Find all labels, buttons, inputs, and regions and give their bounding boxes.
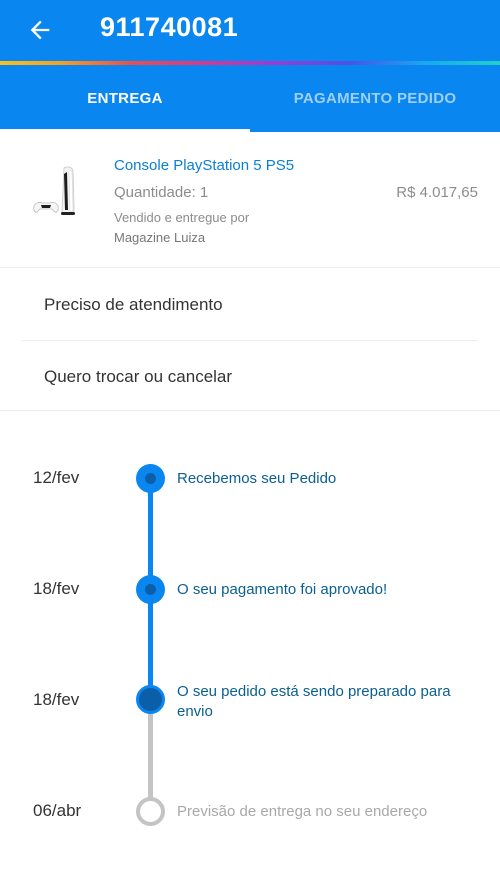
delivery-timeline: 12/fev Recebemos seu Pedido 18/fev O seu… (0, 411, 500, 872)
timeline-date: 18/fev (33, 690, 80, 709)
timeline-step-pending-icon (136, 797, 165, 826)
seller-name: Magazine Luiza (114, 230, 206, 245)
timeline-step-done-icon (136, 464, 165, 493)
timeline-step-text: O seu pedido está sendo preparado para e… (177, 683, 451, 720)
exchange-cancel-item[interactable]: Quero trocar ou cancelar (22, 341, 478, 413)
timeline-date: 12/fev (33, 468, 80, 487)
tab-bar: ENTREGA PAGAMENTO PEDIDO (0, 65, 500, 132)
back-button[interactable] (24, 14, 56, 46)
timeline-step-text: Previsão de entrega no seu endereço (177, 803, 428, 820)
timeline-date: 18/fev (33, 579, 80, 598)
timeline-step-done-icon (136, 575, 165, 604)
tab-entrega[interactable]: ENTREGA (0, 65, 250, 132)
ps5-console-icon (33, 166, 75, 215)
product-quantity: Quantidade: 1 (114, 184, 209, 201)
product-card[interactable]: Console PlayStation 5 PS5 Quantidade: 1 … (0, 132, 500, 268)
timeline-step-text: Recebemos seu Pedido (177, 470, 337, 487)
arrow-left-icon (30, 20, 50, 40)
need-support-label: Preciso de atendimento (44, 294, 223, 314)
exchange-cancel-label: Quero trocar ou cancelar (44, 367, 233, 386)
product-price: R$ 4.017,65 (396, 184, 478, 201)
order-number-title: 911740081 (100, 12, 239, 42)
timeline-step-current-icon (136, 685, 165, 714)
need-support-item[interactable]: Preciso de atendimento (22, 269, 478, 341)
tab-pagamento-label: PAGAMENTO PEDIDO (293, 90, 457, 107)
tab-pagamento-pedido[interactable]: PAGAMENTO PEDIDO (250, 65, 500, 132)
timeline-step-text: O seu pagamento foi aprovado! (177, 581, 388, 598)
tab-entrega-label: ENTREGA (87, 90, 163, 107)
product-name-link[interactable]: Console PlayStation 5 PS5 (114, 157, 294, 174)
seller-label: Vendido e entregue por (114, 210, 250, 225)
timeline-date: 06/abr (33, 801, 82, 820)
app-bar: 911740081 (0, 0, 500, 62)
